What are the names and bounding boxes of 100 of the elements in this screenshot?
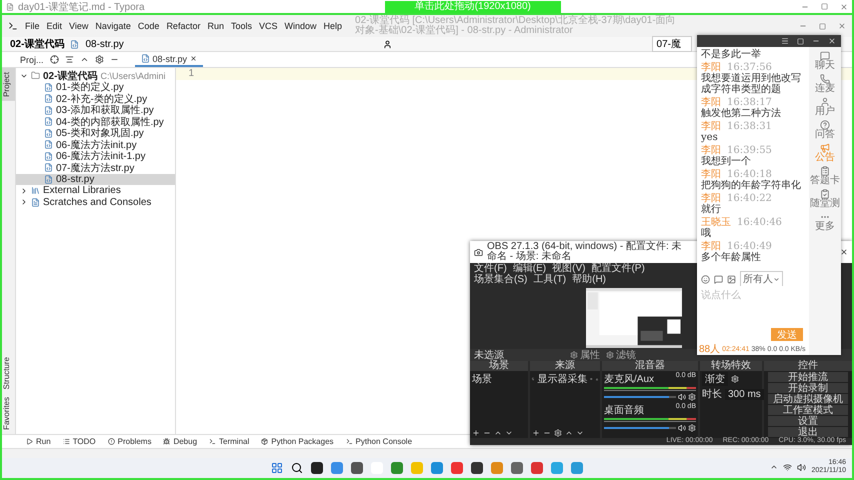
add-icon[interactable] bbox=[532, 428, 540, 436]
menu-item[interactable]: 场景集合(S) bbox=[474, 275, 528, 285]
menu-item[interactable]: 配置文件(P) bbox=[591, 264, 645, 274]
menu-item[interactable]: View bbox=[69, 21, 88, 31]
close-icon[interactable] bbox=[840, 248, 848, 256]
chat-icon bbox=[820, 51, 830, 61]
user-icon[interactable] bbox=[383, 40, 392, 48]
control-button[interactable]: 开始推流 bbox=[768, 372, 848, 382]
collapse-icon[interactable] bbox=[80, 55, 89, 64]
window-icon[interactable] bbox=[797, 38, 804, 44]
side-tab[interactable]: Structure bbox=[2, 352, 15, 394]
window-title: OBS 27.1.3 (64-bit, windows) - 配置文件: 未命名 - 场景: 未命名 bbox=[487, 242, 683, 262]
dock-title: 转场特效 bbox=[700, 361, 762, 371]
control-button[interactable]: 退出 bbox=[768, 427, 848, 437]
settings-icon[interactable] bbox=[94, 55, 104, 64]
image-icon[interactable] bbox=[727, 274, 736, 284]
chevron-icon bbox=[773, 276, 780, 282]
tool-window-tab[interactable]: Python Console bbox=[346, 437, 412, 446]
menu-item[interactable]: VCS bbox=[258, 21, 278, 31]
tree-item[interactable]: 01-类的定义.py bbox=[16, 82, 175, 93]
volume-icon[interactable] bbox=[797, 462, 806, 472]
add-icon[interactable] bbox=[472, 428, 480, 436]
menu-item[interactable]: 视图(V) bbox=[552, 264, 586, 274]
volume-icon[interactable] bbox=[678, 393, 686, 401]
side-tab[interactable]: Favorites bbox=[2, 393, 15, 434]
wifi-icon[interactable] bbox=[783, 462, 792, 472]
menu-item[interactable]: Help bbox=[324, 21, 342, 31]
tool-window-tab[interactable]: TODO bbox=[62, 437, 96, 446]
project-dropdown[interactable]: Proj... bbox=[20, 54, 44, 64]
side-tab[interactable]: 连麦 bbox=[815, 74, 835, 94]
menu-item[interactable]: Window bbox=[284, 21, 317, 31]
control-button[interactable]: 开始录制 bbox=[768, 383, 848, 393]
tree-item[interactable]: 04-类的内部获取属性.py bbox=[16, 116, 175, 128]
grid-icon[interactable] bbox=[271, 462, 283, 474]
megaphone-icon bbox=[820, 143, 830, 153]
tree-item[interactable]: 02-补充-类的定义.py bbox=[16, 93, 175, 104]
python-file-icon bbox=[44, 106, 53, 115]
filters-button[interactable]: 滤镜 bbox=[606, 348, 636, 362]
tree-item[interactable]: 05-类和对象巩固.py bbox=[16, 128, 175, 139]
side-tab[interactable]: 随堂测 bbox=[810, 189, 840, 209]
source-item[interactable]: 显示器采集 bbox=[537, 372, 588, 386]
breadcrumb-item[interactable]: 08-str.py bbox=[85, 38, 124, 50]
tree-item[interactable]: External Libraries bbox=[43, 185, 121, 196]
python-file-icon bbox=[70, 40, 80, 48]
menu-item[interactable]: Navigate bbox=[95, 21, 131, 31]
menu-item[interactable]: Edit bbox=[46, 21, 62, 31]
tool-window-tab[interactable]: Python Packages bbox=[261, 437, 334, 446]
app-icon[interactable] bbox=[311, 462, 323, 474]
bug-icon bbox=[163, 438, 170, 445]
menu-item[interactable]: Refactor bbox=[166, 21, 200, 31]
search-icon[interactable] bbox=[291, 462, 303, 474]
side-tab[interactable]: 用户 bbox=[815, 97, 835, 117]
tree-item[interactable]: 07-魔法方法str.py bbox=[16, 162, 175, 174]
duration-field[interactable]: 300 ms bbox=[725, 388, 764, 400]
terminal-icon bbox=[209, 438, 216, 445]
tree-item[interactable]: 08-str.py bbox=[16, 174, 175, 185]
transition-select[interactable]: 渐变 bbox=[702, 372, 728, 386]
control-button[interactable]: 设置 bbox=[768, 416, 848, 426]
menu-item[interactable]: 编辑(E) bbox=[512, 264, 546, 274]
chat-icon[interactable] bbox=[714, 274, 723, 284]
app-icon[interactable] bbox=[471, 462, 483, 474]
menu-item[interactable]: File bbox=[25, 21, 40, 31]
expand-icon[interactable] bbox=[64, 55, 74, 64]
menu-item[interactable]: Tools bbox=[230, 21, 252, 31]
tree-item[interactable]: 02-课堂代码 bbox=[43, 68, 98, 83]
side-tab[interactable]: Project bbox=[2, 68, 15, 101]
menu-icon[interactable] bbox=[781, 37, 789, 45]
breadcrumb-item[interactable]: 02-课堂代码 bbox=[10, 37, 64, 51]
side-tab[interactable]: 更多 bbox=[815, 212, 835, 232]
volume-icon[interactable] bbox=[678, 424, 686, 432]
menu-item[interactable]: 工具(T) bbox=[533, 275, 566, 285]
emoji-icon[interactable] bbox=[701, 274, 710, 284]
tool-window-tab[interactable]: Problems bbox=[108, 437, 152, 446]
maximize-icon[interactable] bbox=[821, 3, 828, 10]
tree-item[interactable]: 03-添加和获取属性.py bbox=[16, 104, 175, 116]
maximize-icon[interactable] bbox=[819, 22, 826, 30]
tree-item[interactable]: 06-魔法方法init.py bbox=[16, 139, 175, 150]
source-label: 未选源 bbox=[474, 348, 504, 361]
tool-window-tab[interactable]: Terminal bbox=[209, 437, 250, 446]
menu-item[interactable]: 文件(F) bbox=[474, 264, 507, 274]
menu-item[interactable]: Run bbox=[207, 21, 224, 31]
tool-window-tab[interactable]: Debug bbox=[163, 437, 198, 446]
run-configuration[interactable]: 07-魔 bbox=[652, 36, 692, 52]
control-button[interactable]: 工作室模式 bbox=[768, 405, 848, 415]
tool-window-tab[interactable]: Run bbox=[26, 437, 51, 446]
close-icon[interactable] bbox=[190, 55, 198, 62]
chevron-icon[interactable] bbox=[770, 463, 778, 471]
side-tab[interactable]: 聊天 bbox=[815, 51, 835, 71]
control-button[interactable]: 启动虚拟摄像机 bbox=[768, 394, 848, 404]
scene-item[interactable]: 场景 bbox=[472, 372, 526, 386]
python-file-icon bbox=[44, 94, 53, 104]
menu-item[interactable]: 帮助(H) bbox=[572, 275, 606, 285]
message-time: 16:40:22 bbox=[727, 193, 772, 204]
tree-item[interactable]: Scratches and Consoles bbox=[43, 196, 152, 208]
side-tab[interactable]: 问答 bbox=[815, 120, 835, 140]
crosshair-icon[interactable] bbox=[50, 55, 59, 64]
tree-item[interactable]: 06-魔法方法init-1.py bbox=[16, 150, 175, 162]
app-icon[interactable] bbox=[351, 462, 363, 474]
menu-item[interactable]: Code bbox=[138, 21, 160, 31]
dock-title: 场景 bbox=[470, 361, 528, 371]
